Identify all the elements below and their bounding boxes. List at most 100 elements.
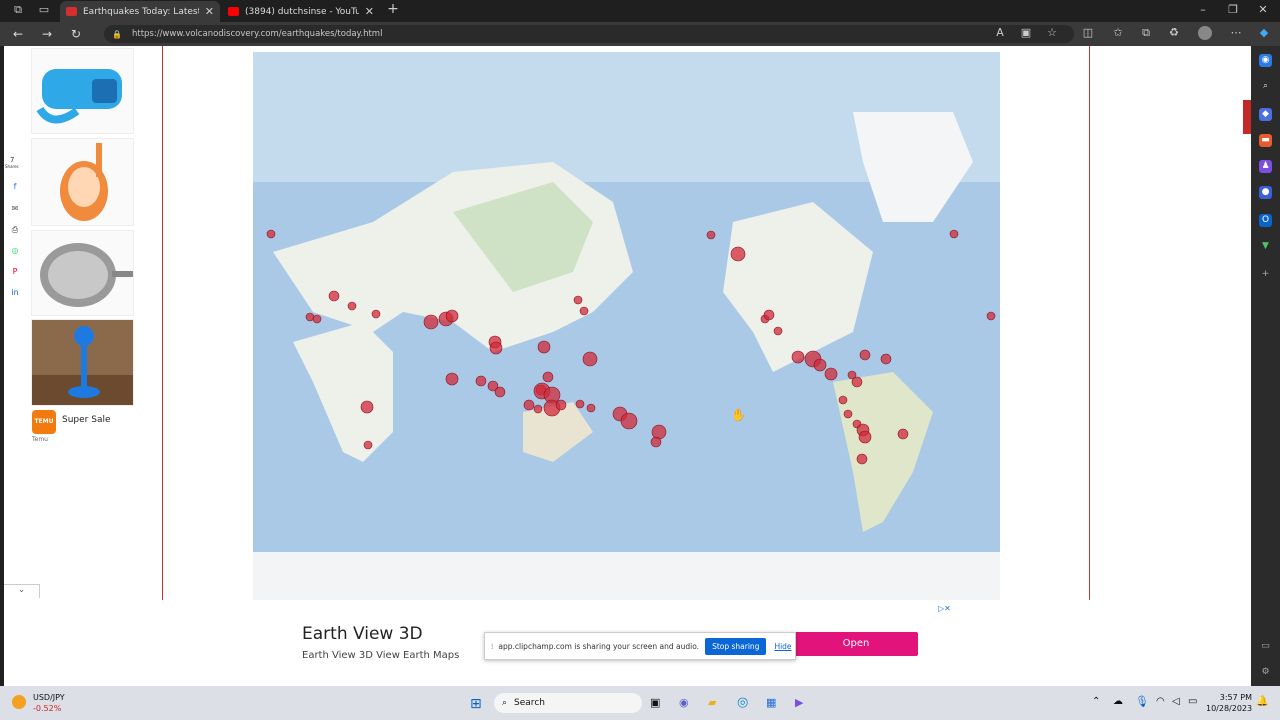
earthquake-marker[interactable] <box>371 309 381 319</box>
earthquake-marker[interactable] <box>986 311 996 321</box>
sidebar-layout-icon[interactable]: ▭ <box>1259 640 1272 653</box>
microphone-icon[interactable]: 🎙 <box>1135 695 1149 708</box>
tab-youtube[interactable]: (3894) dutchsinse - YouTube ✕ <box>222 1 380 22</box>
clock-date[interactable]: 10/28/2023 <box>1206 704 1252 713</box>
teams-chat-icon[interactable]: ◉ <box>679 696 689 709</box>
earthquake-marker[interactable] <box>586 403 596 413</box>
clock-time[interactable]: 3:57 PM <box>1212 693 1252 702</box>
more-menu-icon[interactable]: ⋯ <box>1228 26 1244 39</box>
earthquake-marker[interactable] <box>843 409 853 419</box>
earthquake-marker[interactable] <box>858 430 872 444</box>
copilot-icon[interactable]: ◆ <box>1256 26 1272 39</box>
tab-actions-icon[interactable]: ▭ <box>31 3 57 16</box>
favorite-star-icon[interactable]: ☆ <box>1044 26 1060 39</box>
volume-icon[interactable]: ◁ <box>1172 696 1180 707</box>
earthquake-marker[interactable] <box>620 412 638 430</box>
ad-chain-cleaner[interactable] <box>31 48 134 134</box>
close-tab-icon[interactable]: ✕ <box>365 5 374 18</box>
back-icon[interactable]: ← <box>10 26 26 42</box>
earthquake-marker[interactable] <box>347 301 357 311</box>
earthquake-marker[interactable] <box>897 428 909 440</box>
earthquake-marker[interactable] <box>763 309 775 321</box>
minimize-icon[interactable]: – <box>1190 3 1216 16</box>
file-explorer-icon[interactable]: ▰ <box>708 696 716 709</box>
earthquake-marker[interactable] <box>880 353 892 365</box>
collections-icon[interactable]: ⧉ <box>1138 26 1154 40</box>
onedrive-icon[interactable]: ☁ <box>1113 696 1123 707</box>
copilot-app-icon[interactable]: ● <box>1259 186 1272 199</box>
split-screen-icon[interactable]: ◫ <box>1080 26 1096 39</box>
earthquake-marker[interactable] <box>949 229 959 239</box>
earthquake-marker[interactable] <box>445 309 459 323</box>
ad-brand-name[interactable]: Super Sale <box>62 415 111 425</box>
refresh-icon[interactable]: ↻ <box>68 26 84 42</box>
earthquake-marker[interactable] <box>730 246 746 262</box>
tab-earthquakes[interactable]: Earthquakes Today: Latest Quake ✕ <box>60 1 220 22</box>
earthquake-marker[interactable] <box>824 367 838 381</box>
address-bar[interactable]: 🔒 https://www.volcanodiscovery.com/earth… <box>104 25 1074 43</box>
settings-gear-icon[interactable]: ⚙ <box>1259 666 1272 679</box>
notification-bell-icon[interactable]: ◉ <box>1259 54 1272 67</box>
earthquake-marker[interactable] <box>573 295 583 305</box>
hide-button[interactable]: Hide <box>774 642 791 651</box>
clipchamp-icon[interactable]: ▶ <box>795 696 803 709</box>
restore-icon[interactable]: ❐ <box>1220 3 1246 16</box>
close-window-icon[interactable]: ✕ <box>1250 3 1276 16</box>
forward-icon[interactable]: → <box>39 26 55 42</box>
earthquake-marker[interactable] <box>423 314 439 330</box>
workspaces-icon[interactable]: ⧉ <box>5 3 31 17</box>
earthquake-marker[interactable] <box>813 358 827 372</box>
shopping-icon[interactable]: ◆ <box>1259 108 1272 121</box>
earthquake-marker[interactable] <box>533 404 543 414</box>
new-tab-button[interactable]: + <box>380 1 406 17</box>
earthquake-marker[interactable] <box>773 326 783 336</box>
show-hidden-icons[interactable]: ⌃ <box>1092 696 1100 707</box>
earthquake-marker[interactable] <box>445 372 459 386</box>
earthquake-marker[interactable] <box>523 399 535 411</box>
earthquake-marker[interactable] <box>859 349 871 361</box>
earthquake-marker[interactable] <box>706 230 716 240</box>
ticker-symbol[interactable]: USD/JPY <box>33 693 65 702</box>
add-app-icon[interactable]: + <box>1259 268 1272 281</box>
earthquake-marker[interactable] <box>328 290 340 302</box>
earthquake-map[interactable]: ✋ <box>253 52 1000 600</box>
ad-spring-toy[interactable] <box>31 319 134 406</box>
earthquake-marker[interactable] <box>266 229 276 239</box>
earthquake-marker[interactable] <box>537 340 551 354</box>
pinterest-share-icon[interactable]: P <box>8 265 22 279</box>
ad-title[interactable]: Earth View 3D <box>302 624 423 644</box>
earthquake-marker[interactable] <box>651 424 667 440</box>
immersive-reader-icon[interactable]: ▣ <box>1018 26 1034 39</box>
collapse-ad-icon[interactable]: ⌄ <box>4 584 40 598</box>
earthquake-marker[interactable] <box>575 399 585 409</box>
tools-icon[interactable]: ▬ <box>1259 134 1272 147</box>
favorites-icon[interactable]: ✩ <box>1110 26 1126 39</box>
edge-icon[interactable]: ◎ <box>737 695 748 710</box>
stock-ticker-icon[interactable] <box>12 695 26 709</box>
earthquake-marker[interactable] <box>582 351 598 367</box>
earthquake-marker[interactable] <box>579 306 589 316</box>
earthquake-marker[interactable] <box>791 350 805 364</box>
wifi-icon[interactable]: ◠ <box>1156 696 1165 707</box>
earthquake-marker[interactable] <box>650 436 662 448</box>
earthquake-marker[interactable] <box>363 440 373 450</box>
stop-sharing-button[interactable]: Stop sharing <box>705 637 767 655</box>
adchoices-icon[interactable]: ▷✕ <box>938 604 951 613</box>
ad-strainer[interactable] <box>31 230 134 316</box>
earthquake-marker[interactable] <box>494 386 506 398</box>
print-share-icon[interactable]: ⎙ <box>8 223 22 237</box>
games-icon[interactable]: ♟ <box>1259 160 1272 173</box>
linkedin-share-icon[interactable]: in <box>8 286 22 300</box>
extensions-icon[interactable]: ♻ <box>1166 26 1182 39</box>
search-icon[interactable]: ⌕ <box>1259 80 1272 93</box>
whatsapp-share-icon[interactable]: ◎ <box>8 244 22 258</box>
earthquake-marker[interactable] <box>555 399 567 411</box>
email-share-icon[interactable]: ✉ <box>8 202 22 216</box>
earthquake-marker[interactable] <box>489 341 503 355</box>
earthquake-marker[interactable] <box>542 371 554 383</box>
earthquake-marker[interactable] <box>851 376 863 388</box>
drag-handle-icon[interactable]: ⁞ <box>491 642 493 651</box>
task-view-icon[interactable]: ▣ <box>650 696 660 709</box>
taskbar-search[interactable]: ⌕ Search <box>494 693 642 713</box>
earthquake-marker[interactable] <box>856 453 868 465</box>
